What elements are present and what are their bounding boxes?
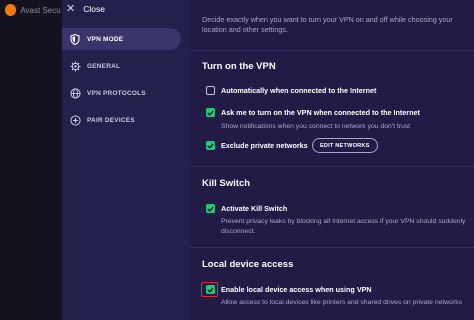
- close-icon: ✕: [66, 2, 76, 15]
- sidebar-item-label: GENERAL: [87, 62, 121, 70]
- background-app-titlebar: Avast Secu: [0, 0, 62, 20]
- sidebar-item-vpn-mode[interactable]: VPN MODE: [62, 28, 181, 50]
- option-description: Prevent privacy leaks by blocking all In…: [221, 218, 466, 235]
- section-title-turn-on-vpn: Turn on the VPN: [202, 61, 276, 72]
- close-button[interactable]: ✕ Close: [62, 0, 105, 18]
- kill-switch-checkbox[interactable]: [206, 204, 215, 213]
- gear-icon: [69, 60, 81, 72]
- option-auto-connect[interactable]: Automatically when connected to the Inte…: [206, 86, 376, 95]
- sidebar-item-pair-devices[interactable]: PAIR DEVICES: [62, 109, 181, 131]
- globe-icon: [69, 87, 81, 99]
- vpn-mode-settings-panel: Decide exactly when you want to turn you…: [190, 0, 474, 320]
- local-device-access-checkbox[interactable]: [206, 285, 215, 294]
- sidebar-item-label: PAIR DEVICES: [87, 116, 135, 124]
- divider: [190, 50, 474, 51]
- section-title-kill-switch: Kill Switch: [202, 178, 251, 189]
- close-label: Close: [83, 4, 105, 14]
- checkmark-icon: [207, 110, 214, 116]
- option-label: Activate Kill Switch: [221, 204, 288, 213]
- option-label: Ask me to turn on the VPN when connected…: [221, 108, 420, 117]
- checkmark-icon: [207, 206, 214, 212]
- divider: [190, 247, 474, 248]
- checkmark-icon: [207, 287, 214, 293]
- option-description: Show notifications when you connect to n…: [221, 123, 411, 130]
- sidebar-item-vpn-protocols[interactable]: VPN PROTOCOLS: [62, 82, 181, 104]
- checkmark-icon: [207, 143, 214, 149]
- edit-networks-button[interactable]: EDIT NETWORKS: [312, 138, 378, 153]
- option-label: Automatically when connected to the Inte…: [221, 86, 377, 95]
- option-label: Enable local device access when using VP…: [221, 285, 372, 294]
- option-local-device-access[interactable]: Enable local device access when using VP…: [206, 285, 372, 294]
- option-label: Exclude private networks: [221, 141, 308, 150]
- auto-connect-checkbox[interactable]: [206, 86, 215, 95]
- divider: [190, 166, 474, 167]
- exclude-private-networks-checkbox[interactable]: [206, 141, 215, 150]
- intro-text: Decide exactly when you want to turn you…: [202, 15, 453, 34]
- sidebar-item-label: VPN MODE: [87, 35, 124, 43]
- settings-sidebar: ✕ Close VPN MODE GENERAL VPN PROTOCOLS P…: [62, 0, 190, 320]
- option-ask-to-turn-on[interactable]: Ask me to turn on the VPN when connected…: [206, 108, 420, 117]
- option-description: Allow access to local devices like print…: [221, 299, 463, 306]
- background-app-title: Avast Secu: [20, 5, 61, 15]
- option-kill-switch[interactable]: Activate Kill Switch: [206, 204, 287, 213]
- avast-logo-icon: [5, 4, 17, 16]
- plus-circle-icon: [69, 114, 81, 126]
- sidebar-item-label: VPN PROTOCOLS: [87, 89, 146, 97]
- sidebar-item-general[interactable]: GENERAL: [62, 55, 181, 77]
- section-title-local-device-access: Local device access: [202, 259, 294, 270]
- ask-to-turn-on-checkbox[interactable]: [206, 108, 215, 117]
- option-exclude-private-networks[interactable]: Exclude private networks: [206, 141, 308, 150]
- shield-icon: [69, 33, 81, 45]
- background-app-window: [0, 0, 62, 320]
